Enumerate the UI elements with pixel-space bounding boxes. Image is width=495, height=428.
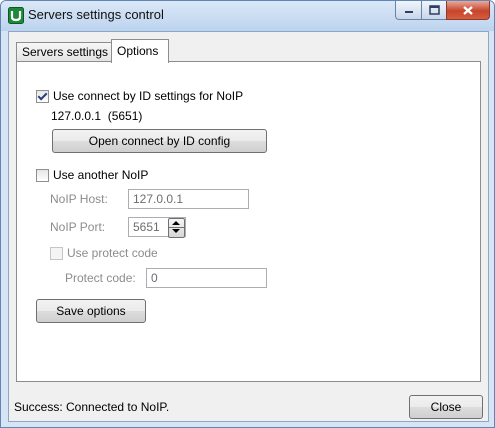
maximize-button[interactable] bbox=[421, 1, 448, 20]
status-text: Success: Connected to NoIP. bbox=[14, 400, 170, 414]
close-button[interactable]: Close bbox=[409, 395, 483, 419]
use-protect-code-label: Use protect code bbox=[67, 246, 158, 260]
minimize-button[interactable] bbox=[395, 1, 423, 20]
tab-options[interactable]: Options bbox=[111, 39, 169, 63]
use-connect-by-id-row[interactable]: Use connect by ID settings for NoIP bbox=[36, 89, 243, 103]
arrow-up-icon[interactable] bbox=[172, 221, 180, 225]
open-config-button[interactable]: Open connect by ID config bbox=[52, 129, 267, 153]
use-connect-by-id-checkbox[interactable] bbox=[36, 89, 49, 103]
save-options-button[interactable]: Save options bbox=[36, 299, 146, 323]
use-protect-code-checkbox[interactable] bbox=[50, 246, 63, 260]
title-bar[interactable]: Servers settings control bbox=[1, 1, 494, 31]
noip-port-stepper[interactable] bbox=[168, 218, 185, 238]
close-icon bbox=[463, 5, 473, 15]
noip-port-label: NoIP Port: bbox=[50, 220, 106, 234]
use-protect-code-row[interactable]: Use protect code bbox=[50, 246, 158, 260]
window-title: Servers settings control bbox=[28, 7, 164, 22]
noip-host-input[interactable]: 127.0.0.1 bbox=[128, 189, 249, 209]
minimize-icon bbox=[405, 11, 413, 13]
tab-servers-settings[interactable]: Servers settings bbox=[16, 42, 112, 62]
noip-host-label: NoIP Host: bbox=[50, 192, 108, 206]
use-connect-by-id-label: Use connect by ID settings for NoIP bbox=[53, 89, 244, 103]
use-another-noip-checkbox[interactable] bbox=[36, 168, 49, 182]
use-another-noip-label: Use another NoIP bbox=[53, 168, 149, 182]
client-area: Servers settings Options Use connect by … bbox=[8, 31, 489, 422]
options-panel: Use connect by ID settings for NoIP 127.… bbox=[16, 61, 481, 382]
app-logo-icon bbox=[8, 7, 24, 24]
protect-code-label: Protect code: bbox=[65, 271, 136, 285]
app-window: Servers settings control Servers setting… bbox=[0, 0, 495, 428]
protect-code-input[interactable]: 0 bbox=[146, 268, 267, 288]
current-address-text: 127.0.0.1 (5651) bbox=[51, 109, 143, 123]
arrow-down-icon[interactable] bbox=[172, 229, 180, 233]
window-close-button[interactable] bbox=[446, 1, 490, 20]
maximize-icon bbox=[429, 5, 440, 15]
use-another-noip-row[interactable]: Use another NoIP bbox=[36, 168, 148, 182]
